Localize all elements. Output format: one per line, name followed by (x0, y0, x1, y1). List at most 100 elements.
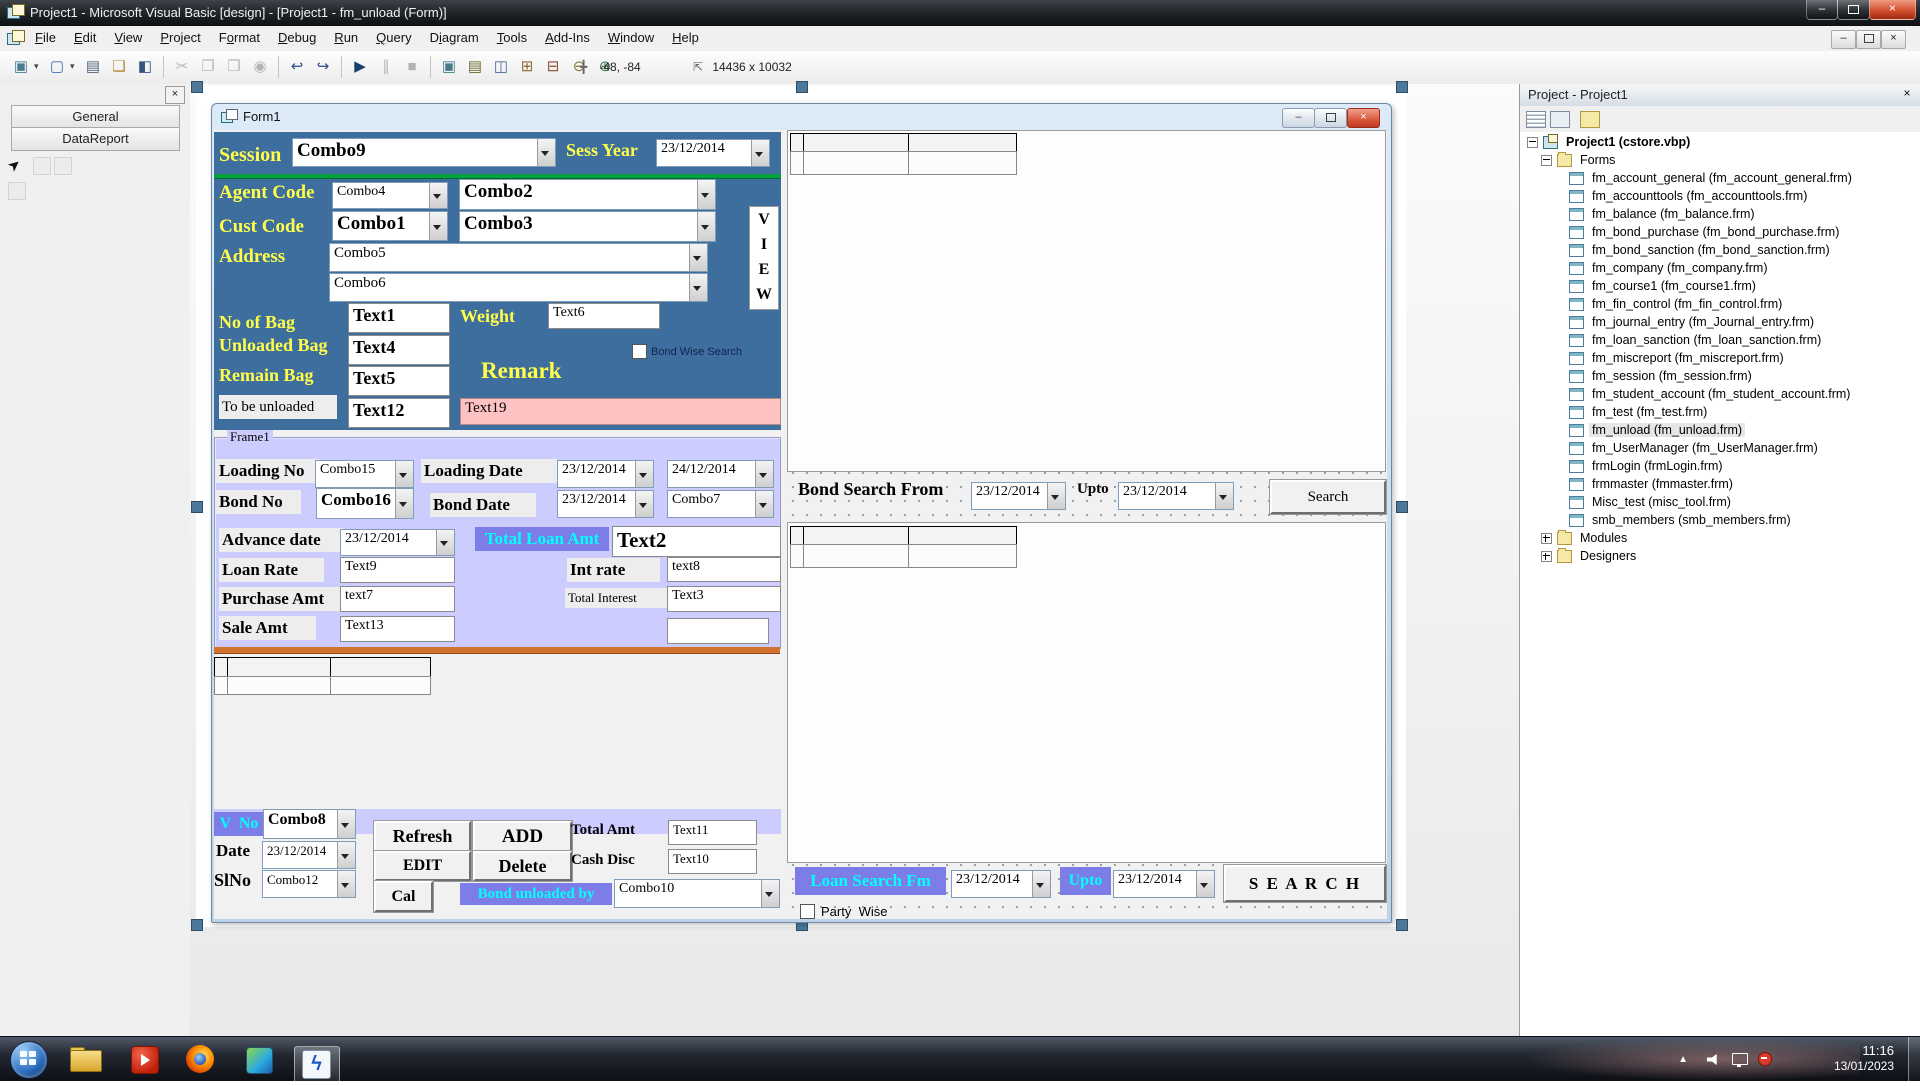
show-desktop-button[interactable] (1908, 1037, 1920, 1081)
tree-item-misc_test[interactable]: Misc_test (misc_tool.frm) (1520, 493, 1920, 511)
selection-handle[interactable] (191, 81, 203, 93)
total-interest-field[interactable]: Text3 (667, 586, 781, 612)
tree-item-fm_journal_entry[interactable]: fm_journal_entry (fm_Journal_entry.frm) (1520, 313, 1920, 331)
purchase-amt-field[interactable]: text7 (340, 586, 455, 612)
action-center-icon[interactable] (1758, 1052, 1772, 1066)
bond-search-button[interactable]: Search (1270, 480, 1386, 514)
date-combo[interactable]: 23/12/2014 (262, 841, 356, 869)
loan-search-upto-combo[interactable]: 23/12/2014 (1113, 870, 1215, 898)
toolbox-close-icon[interactable]: × (165, 86, 185, 104)
combo7[interactable]: Combo7 (667, 490, 774, 518)
left-data-grid[interactable] (214, 657, 430, 694)
tree-item-fm_fin_control[interactable]: fm_fin_control (fm_fin_control.frm) (1520, 295, 1920, 313)
int-rate-field[interactable]: text8 (667, 557, 781, 582)
toolbox-tool-icon[interactable] (8, 182, 26, 200)
tree-item-fm_company[interactable]: fm_company (fm_company.frm) (1520, 259, 1920, 277)
start-icon[interactable]: ▶ (348, 55, 372, 79)
cut-icon[interactable]: ✂ (170, 55, 194, 79)
tree-item-fm_test[interactable]: fm_test (fm_test.frm) (1520, 403, 1920, 421)
menu-addins[interactable]: Add-Ins (536, 26, 599, 51)
total-loan-amt-field[interactable]: Text2 (612, 526, 781, 557)
sess-year-combo[interactable]: 23/12/2014 (656, 139, 770, 167)
loan-rate-field[interactable]: Text9 (340, 557, 455, 583)
selection-handle[interactable] (1396, 919, 1408, 931)
properties-window-icon[interactable]: ▤ (463, 55, 487, 79)
menu-query[interactable]: Query (367, 26, 420, 51)
form-minimize-button[interactable]: – (1282, 108, 1315, 128)
expand-icon[interactable] (1541, 551, 1552, 562)
cust-name-combo[interactable]: Combo3 (459, 211, 716, 242)
tree-item-fm_miscreport[interactable]: fm_miscreport (fm_miscreport.frm) (1520, 349, 1920, 367)
tree-item-forms[interactable]: Forms (1520, 151, 1920, 169)
tree-item-fm_account_general[interactable]: fm_account_general (fm_account_general.f… (1520, 169, 1920, 187)
cash-disc-field[interactable]: Text10 (668, 849, 757, 874)
menu-debug[interactable]: Debug (269, 26, 325, 51)
unloaded-bag-field[interactable]: Text4 (348, 335, 450, 365)
photos-taskbar-icon[interactable] (238, 1044, 278, 1074)
tree-item-designers[interactable]: Designers (1520, 547, 1920, 565)
v-no-combo[interactable]: Combo8 (263, 809, 356, 839)
open-project-icon[interactable]: ❏ (107, 55, 131, 79)
project-explorer-icon[interactable]: ▣ (437, 55, 461, 79)
bond-date-combo[interactable]: 23/12/2014 (557, 490, 654, 518)
loading-no-combo[interactable]: Combo15 (315, 460, 414, 488)
tree-item-frmmaster[interactable]: frmmaster (fmmaster.frm) (1520, 475, 1920, 493)
tree-item-modules[interactable]: Modules (1520, 529, 1920, 547)
object-browser-icon[interactable]: ⊞ (515, 55, 539, 79)
total-amt-field[interactable]: Text11 (668, 820, 757, 845)
collapse-icon[interactable] (1527, 137, 1538, 148)
tree-item-smb_members[interactable]: smb_members (smb_members.frm) (1520, 511, 1920, 529)
maximize-button[interactable] (1837, 0, 1870, 20)
cal-button[interactable]: Cal (374, 881, 433, 912)
view-button[interactable]: VIEW (749, 206, 779, 310)
loading-date2-combo[interactable]: 24/12/2014 (667, 460, 774, 488)
menu-editor-icon[interactable]: ▤ (81, 55, 105, 79)
selection-handle[interactable] (191, 919, 203, 931)
cust-code-combo[interactable]: Combo1 (332, 211, 448, 241)
menu-project[interactable]: Project (151, 26, 209, 51)
tree-item-fm_bond_purchase[interactable]: fm_bond_purchase (fm_bond_purchase.frm) (1520, 223, 1920, 241)
selection-handle[interactable] (1396, 81, 1408, 93)
party-wise-checkbox[interactable]: Party Wise (800, 904, 887, 919)
menu-edit[interactable]: Edit (65, 26, 105, 51)
loan-search-from-combo[interactable]: 23/12/2014 (951, 870, 1051, 898)
paste-icon[interactable]: ❒ (222, 55, 246, 79)
remark-field[interactable]: Text19 (460, 398, 781, 425)
agent-code-combo[interactable]: Combo4 (332, 182, 448, 209)
tray-expand-icon[interactable]: ▲ (1678, 1054, 1688, 1065)
menu-view[interactable]: View (105, 26, 151, 51)
bond-result-grid[interactable] (790, 133, 1016, 174)
bond-search-from-combo[interactable]: 23/12/2014 (971, 482, 1066, 510)
loan-result-grid[interactable] (790, 526, 1016, 567)
child-minimize-button[interactable]: – (1831, 30, 1856, 49)
agent-name-combo[interactable]: Combo2 (459, 179, 716, 210)
menu-run[interactable]: Run (325, 26, 367, 51)
form-close-button[interactable]: × (1347, 108, 1380, 128)
selection-handle[interactable] (796, 81, 808, 93)
bond-wise-search-checkbox[interactable]: Bond Wise Search (632, 344, 742, 359)
menu-window[interactable]: Window (599, 26, 663, 51)
toolbox-tab-datareport[interactable]: DataReport (11, 127, 180, 151)
loading-date-combo[interactable]: 23/12/2014 (557, 460, 654, 488)
view-code-icon[interactable] (1526, 111, 1546, 128)
firefox-taskbar-icon[interactable] (180, 1044, 220, 1074)
tree-item-fm_bond_sanction[interactable]: fm_bond_sanction (fm_bond_sanction.frm) (1520, 241, 1920, 259)
tree-item-fm_loan_sanction[interactable]: fm_loan_sanction (fm_loan_sanction.frm) (1520, 331, 1920, 349)
sale-amt-field[interactable]: Text13 (340, 616, 455, 642)
explorer-taskbar-icon[interactable] (66, 1044, 106, 1074)
bond-search-upto-combo[interactable]: 23/12/2014 (1118, 482, 1234, 510)
menu-file[interactable]: File (26, 26, 65, 51)
tree-item-project1[interactable]: Project1 (cstore.vbp) (1520, 133, 1920, 151)
delete-button[interactable]: Delete (473, 851, 572, 881)
address-combo-1[interactable]: Combo5 (329, 243, 708, 272)
remain-bag-field[interactable]: Text5 (348, 366, 450, 396)
collapse-icon[interactable] (1541, 155, 1552, 166)
tree-item-fm_usermanager[interactable]: fm_UserManager (fm_UserManager.frm) (1520, 439, 1920, 457)
add-project-icon[interactable]: ▣ (9, 55, 33, 79)
project-panel-close-icon[interactable]: × (1899, 86, 1915, 102)
vb-app-taskbar-icon[interactable]: ϟ (294, 1044, 342, 1074)
menu-diagram[interactable]: Diagram (421, 26, 488, 51)
slno-combo[interactable]: Combo12 (262, 870, 356, 898)
selection-handle[interactable] (191, 501, 203, 513)
edit-button[interactable]: EDIT (374, 851, 471, 881)
